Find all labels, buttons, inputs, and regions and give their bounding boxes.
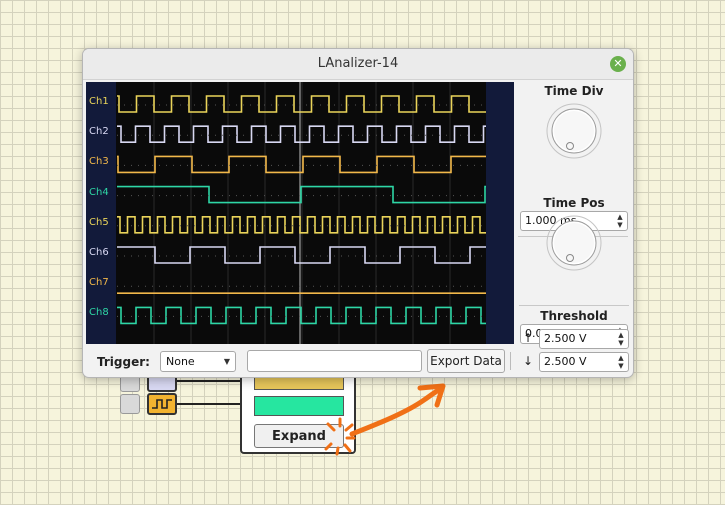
channel-label-2: Ch2 <box>89 126 109 138</box>
bottom-toolbar: Trigger: None ▼ Export Data ↓ 2.500 V ▲ ▼ <box>83 347 633 377</box>
time-div-knob[interactable] <box>546 103 602 159</box>
wire-2 <box>177 403 240 405</box>
window-title: LAnalizer-14 <box>317 56 399 71</box>
time-pos-title: Time Pos <box>543 196 605 210</box>
circuit-button-2[interactable] <box>120 394 140 414</box>
titlebar: LAnalizer-14 ✕ <box>83 49 633 80</box>
channel-label-6: Ch6 <box>89 247 109 258</box>
separator-2 <box>519 305 629 306</box>
spin-arrows-icon[interactable]: ▲▼ <box>615 213 625 229</box>
threshold-low-spinbox[interactable]: 2.500 V ▲ ▼ <box>539 352 629 372</box>
channel-label-1: Ch1 <box>89 96 109 107</box>
channel-label-5: Ch5 <box>89 216 109 228</box>
trigger-value: None <box>166 355 195 368</box>
waveform-area <box>117 82 486 344</box>
threshold-down-arrow-icon: ↓ <box>523 354 534 368</box>
threshold-up-arrow-icon: ↑ <box>523 331 534 345</box>
waveform-ch8 <box>117 306 486 325</box>
threshold-title: Threshold <box>540 309 608 323</box>
component-bar-green <box>254 396 344 416</box>
scope-display: Ch1 Ch2 Ch3 Ch4 Ch5 Ch6 Ch7 Ch8 <box>86 82 514 344</box>
dropdown-arrow-icon: ▼ <box>223 357 230 366</box>
close-icon[interactable]: ✕ <box>610 56 626 72</box>
time-div-title: Time Div <box>544 84 604 98</box>
channel-label-4: Ch4 <box>89 186 109 198</box>
trigger-label: Trigger: <box>97 355 150 369</box>
wire-1 <box>177 380 240 382</box>
scope-right-margin <box>486 82 514 344</box>
clock-wave-icon <box>152 399 172 409</box>
clock-source-2 <box>147 393 177 415</box>
analyzer-window: LAnalizer-14 ✕ Ch1 Ch2 Ch3 Ch4 Ch5 Ch6 Ch7 Ch8 … <box>82 48 634 378</box>
channel-label-3: Ch3 <box>89 156 109 168</box>
threshold-low-value: 2.500 V <box>544 355 587 368</box>
spin-arrows-icon[interactable]: ▲▼ <box>616 354 626 370</box>
data-text-field[interactable] <box>247 350 422 372</box>
channel-label-8: Ch8 <box>89 307 109 319</box>
threshold-high-spinbox[interactable]: 2.500 V ▲ ▼ <box>539 329 629 349</box>
export-data-button[interactable]: Export Data <box>427 349 505 373</box>
channel-label-7: Ch7 <box>89 277 109 289</box>
time-pos-knob[interactable] <box>546 215 602 271</box>
trigger-select[interactable]: None ▼ <box>160 351 236 372</box>
threshold-high-value: 2.500 V <box>544 332 587 345</box>
toolbar-separator <box>510 352 511 370</box>
expand-button[interactable]: Expand <box>254 424 344 448</box>
waveform-ch4 <box>117 185 486 204</box>
spin-arrows-icon[interactable]: ▲▼ <box>616 331 626 347</box>
